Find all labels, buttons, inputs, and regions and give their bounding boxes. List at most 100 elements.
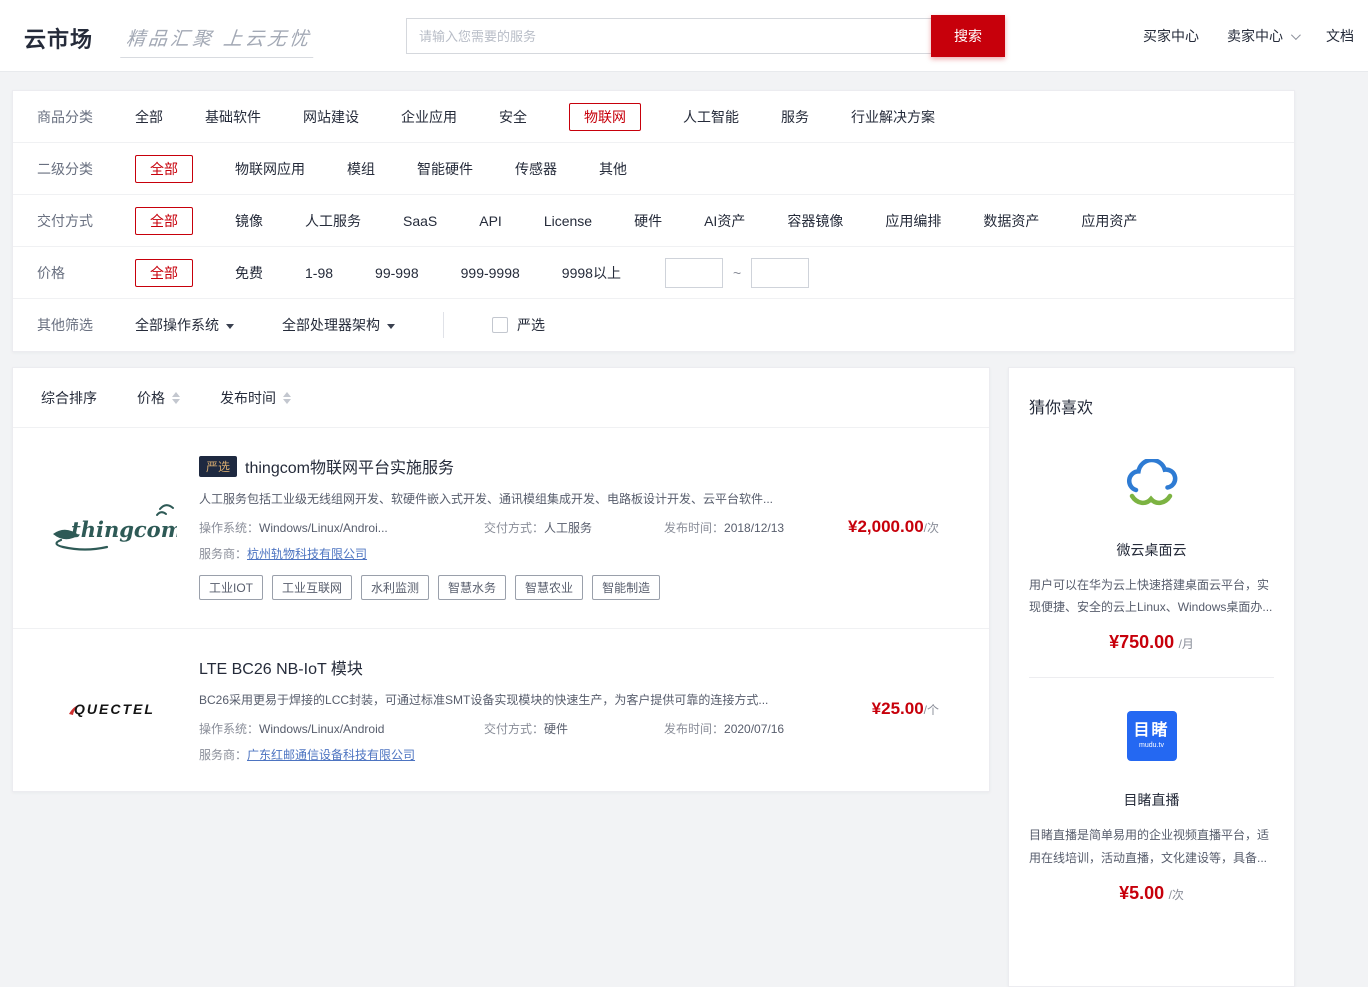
category-option-basic-software[interactable]: 基础软件 — [205, 103, 261, 131]
delivery-option-app-orchestration[interactable]: 应用编排 — [885, 207, 941, 235]
tag-smart-manufacturing[interactable]: 智能制造 — [592, 575, 660, 600]
category-option-ai[interactable]: 人工智能 — [683, 103, 739, 131]
filter-row-delivery: 交付方式 全部 镜像 人工服务 SaaS API License 硬件 AI资产… — [13, 195, 1294, 247]
vendor-link[interactable]: 广东红邮通信设备科技有限公司 — [247, 748, 415, 762]
subcategory-option-other[interactable]: 其他 — [599, 155, 627, 183]
delivery-option-ai-asset[interactable]: AI资产 — [704, 207, 745, 235]
meta-os-label: 操作系统： — [199, 521, 259, 535]
price-range-separator: ~ — [733, 265, 741, 281]
filter-label-other: 其他筛选 — [37, 315, 135, 335]
category-option-iot-selected[interactable]: 物联网 — [569, 103, 641, 131]
product-title[interactable]: 严选 thingcom物联网平台实施服务 — [199, 454, 789, 478]
filter-label-subcategory: 二级分类 — [37, 159, 135, 179]
price-option-free[interactable]: 免费 — [235, 259, 263, 287]
arch-dropdown-label: 全部处理器架构 — [282, 315, 380, 335]
arch-dropdown[interactable]: 全部处理器架构 — [282, 315, 395, 335]
mudu-logo-icon: 目睹 mudu.tv — [1029, 704, 1274, 768]
category-option-security[interactable]: 安全 — [499, 103, 527, 131]
meta-time-value: 2018/12/13 — [724, 521, 784, 535]
product-row-quectel: QUECTEL LTE BC26 NB-IoT 模块 BC26采用更易于焊接的L… — [13, 628, 989, 791]
filter-row-subcategory: 二级分类 全部 物联网应用 模组 智能硬件 传感器 其他 — [13, 143, 1294, 195]
recommend-name[interactable]: 目睹直播 — [1029, 790, 1274, 810]
delivery-option-container-image[interactable]: 容器镜像 — [787, 207, 843, 235]
delivery-option-hardware[interactable]: 硬件 — [634, 207, 662, 235]
site-logo[interactable]: 云市场 — [24, 22, 93, 54]
product-logo-quectel[interactable]: QUECTEL — [41, 655, 181, 763]
recommend-price: ¥750.00 /月 — [1029, 632, 1274, 653]
price-option-999-9998[interactable]: 999-9998 — [461, 261, 520, 285]
search-button[interactable]: 搜索 — [931, 15, 1005, 57]
sort-arrows-icon — [172, 392, 180, 404]
recommend-description: 目睹直播是简单易用的企业视频直播平台，适用在线培训，活动直播，文化建设等，具备.… — [1029, 824, 1274, 868]
price-range: ~ — [665, 258, 809, 288]
category-option-enterprise[interactable]: 企业应用 — [401, 103, 457, 131]
delivery-option-api[interactable]: API — [479, 209, 502, 233]
vendor-row: 服务商：广东红邮通信设备科技有限公司 — [199, 746, 789, 763]
sort-publish-time[interactable]: 发布时间 — [220, 388, 291, 408]
delivery-option-license[interactable]: License — [544, 209, 592, 233]
meta-time-label: 发布时间： — [664, 521, 724, 535]
results-panel: 综合排序 价格 发布时间 thingcom — [12, 367, 990, 792]
price-option-9998-plus[interactable]: 9998以上 — [562, 259, 621, 287]
subcategory-option-iot-app[interactable]: 物联网应用 — [235, 155, 305, 183]
tag-industrial-internet[interactable]: 工业互联网 — [272, 575, 352, 600]
sort-price[interactable]: 价格 — [137, 388, 180, 408]
nav-seller-center[interactable]: 卖家中心 — [1227, 26, 1298, 46]
filter-label-price: 价格 — [37, 263, 135, 283]
subcategory-option-smart-hardware[interactable]: 智能硬件 — [417, 155, 473, 183]
tag-smart-water[interactable]: 智慧水务 — [438, 575, 506, 600]
filter-label-category: 商品分类 — [37, 107, 135, 127]
subcategory-option-all-selected[interactable]: 全部 — [135, 155, 193, 183]
delivery-option-app-asset[interactable]: 应用资产 — [1081, 207, 1137, 235]
filter-row-price: 价格 全部 免费 1-98 99-998 999-9998 9998以上 ~ — [13, 247, 1294, 299]
divider — [1029, 677, 1274, 678]
product-description: 人工服务包括工业级无线组网开发、软硬件嵌入式开发、通讯模组集成开发、电路板设计开… — [199, 490, 789, 507]
product-logo-thingcom[interactable]: thingcom — [41, 454, 181, 600]
main-content: 综合排序 价格 发布时间 thingcom — [12, 367, 1295, 987]
tag-industrial-iot[interactable]: 工业IOT — [199, 575, 263, 600]
tag-water-monitoring[interactable]: 水利监测 — [361, 575, 429, 600]
price-option-all-selected[interactable]: 全部 — [135, 259, 193, 287]
price-unit: /个 — [924, 703, 939, 717]
subcategory-option-module[interactable]: 模组 — [347, 155, 375, 183]
meta-time-value: 2020/07/16 — [724, 722, 784, 736]
premium-checkbox[interactable] — [492, 317, 508, 333]
category-option-industry-solution[interactable]: 行业解决方案 — [851, 103, 935, 131]
vendor-link[interactable]: 杭州轨物科技有限公司 — [247, 547, 367, 561]
nav-docs[interactable]: 文档 — [1326, 26, 1354, 46]
delivery-option-manual-service[interactable]: 人工服务 — [305, 207, 361, 235]
max-price-input[interactable] — [751, 258, 809, 288]
min-price-input[interactable] — [665, 258, 723, 288]
thingcom-logo-icon: thingcom — [45, 498, 177, 556]
delivery-option-image[interactable]: 镜像 — [235, 207, 263, 235]
tag-smart-agriculture[interactable]: 智慧农业 — [515, 575, 583, 600]
sort-default[interactable]: 综合排序 — [41, 388, 97, 408]
product-tags: 工业IOT 工业互联网 水利监测 智慧水务 智慧农业 智能制造 — [199, 575, 789, 600]
delivery-option-data-asset[interactable]: 数据资产 — [983, 207, 1039, 235]
product-title[interactable]: LTE BC26 NB-IoT 模块 — [199, 655, 789, 679]
category-option-service[interactable]: 服务 — [781, 103, 809, 131]
nav-buyer-center[interactable]: 买家中心 — [1143, 26, 1199, 46]
filter-options-delivery: 全部 镜像 人工服务 SaaS API License 硬件 AI资产 容器镜像… — [135, 207, 1137, 235]
cloud-desktop-icon — [1029, 454, 1274, 518]
price-option-1-98[interactable]: 1-98 — [305, 261, 333, 285]
recommend-price: ¥5.00 /次 — [1029, 883, 1274, 904]
category-option-website[interactable]: 网站建设 — [303, 103, 359, 131]
meta-delivery-label: 交付方式： — [484, 521, 544, 535]
price-option-99-998[interactable]: 99-998 — [375, 261, 419, 285]
meta-delivery: 交付方式：人工服务 — [484, 519, 664, 536]
os-dropdown[interactable]: 全部操作系统 — [135, 315, 234, 335]
svg-text:thingcom: thingcom — [71, 517, 177, 542]
recommend-item-desktop-cloud[interactable]: 微云桌面云 用户可以在华为云上快速搭建桌面云平台，实现便捷、安全的云上Linux… — [1029, 454, 1274, 653]
recommend-item-mudu-live[interactable]: 目睹 mudu.tv 目睹直播 目睹直播是简单易用的企业视频直播平台，适用在线培… — [1029, 704, 1274, 903]
search-input[interactable] — [406, 18, 932, 54]
subcategory-option-sensor[interactable]: 传感器 — [515, 155, 557, 183]
delivery-option-all-selected[interactable]: 全部 — [135, 207, 193, 235]
filter-panel: 商品分类 全部 基础软件 网站建设 企业应用 安全 物联网 人工智能 服务 行业… — [12, 90, 1295, 352]
category-option-all[interactable]: 全部 — [135, 103, 163, 131]
vendor-label: 服务商： — [199, 547, 247, 561]
recommend-name[interactable]: 微云桌面云 — [1029, 540, 1274, 560]
product-price: ¥2,000.00/次 — [789, 517, 989, 537]
delivery-option-saas[interactable]: SaaS — [403, 209, 437, 233]
vendor-label: 服务商： — [199, 748, 247, 762]
